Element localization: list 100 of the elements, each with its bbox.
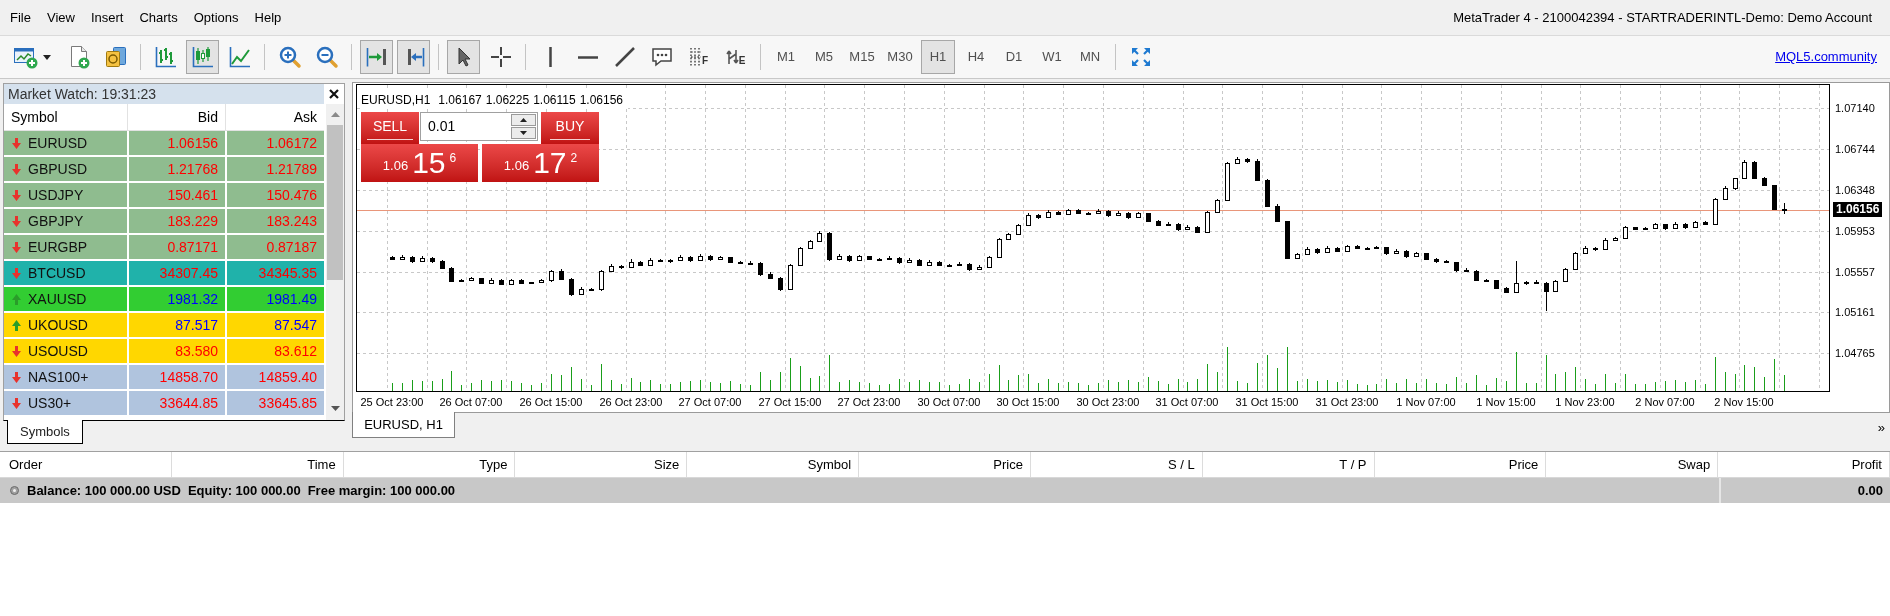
candle	[1514, 260, 1519, 293]
candle	[1623, 225, 1628, 239]
table-row[interactable]: NAS100+ 14858.70 14859.40	[4, 365, 324, 389]
menu-item[interactable]: View	[38, 5, 83, 30]
candle	[788, 263, 793, 291]
timeframe-button[interactable]: MN	[1073, 40, 1107, 74]
timeframe-button[interactable]: M5	[807, 40, 841, 74]
ask-price: 1981.49	[266, 289, 317, 309]
table-row[interactable]: XAUUSD 1981.32 1981.49	[4, 287, 324, 311]
price-label: 1.05161	[1835, 305, 1875, 319]
candle	[1752, 160, 1757, 180]
timeframe-button[interactable]: H1	[921, 40, 955, 74]
candle	[1195, 225, 1200, 234]
candle	[1384, 246, 1389, 256]
menu-item[interactable]: Help	[246, 5, 290, 30]
elliott-wave-button[interactable]: E	[719, 40, 752, 74]
vertical-line-icon	[549, 47, 552, 67]
menu-item[interactable]: Charts	[131, 5, 186, 30]
column-header: Profit	[1851, 455, 1882, 474]
candle	[1772, 184, 1777, 211]
candle	[1504, 286, 1509, 294]
cursor-button[interactable]	[447, 40, 480, 74]
scrollbar-thumb[interactable]	[327, 125, 343, 280]
candle	[559, 268, 564, 281]
candle	[1176, 222, 1181, 232]
table-row[interactable]: GBPJPY 183.229 183.243	[4, 209, 324, 233]
timeframe-button[interactable]: M30	[883, 40, 917, 74]
arrow-to-bar-icon	[364, 45, 389, 69]
candle	[449, 266, 454, 283]
candle	[957, 261, 962, 267]
spin-down-button[interactable]	[511, 127, 536, 139]
timeframe-button[interactable]: M15	[845, 40, 879, 74]
time-label: 30 Oct 23:00	[1076, 395, 1140, 409]
ask-price: 1.06172	[266, 133, 317, 153]
spin-up-button[interactable]	[511, 114, 536, 126]
candle	[1345, 244, 1350, 253]
menu-item[interactable]: Options	[185, 5, 247, 30]
candle	[539, 278, 544, 284]
price-label: 1.06348	[1835, 183, 1875, 197]
buy-button[interactable]: BUY	[541, 112, 599, 144]
candle	[1762, 176, 1767, 187]
ohlc-value: 1.06167	[438, 92, 482, 109]
column-header: Symbol	[807, 455, 852, 474]
column-header: S / L	[1167, 455, 1195, 474]
candle	[1573, 251, 1578, 271]
lot-size-field[interactable]: 0.01	[420, 112, 538, 141]
table-row[interactable]: GBPUSD 1.21768 1.21789	[4, 157, 324, 181]
candlestick-chart-button[interactable]	[186, 40, 219, 74]
candle	[638, 260, 643, 267]
caret-down-icon[interactable]	[330, 405, 340, 411]
tab-scroll-button[interactable]: »	[1877, 421, 1885, 434]
candle	[479, 277, 484, 285]
fibonacci-button[interactable]: F	[682, 40, 715, 74]
profit-value: 0.00	[1857, 481, 1883, 500]
table-row[interactable]: US30+ 33644.85 33645.85	[4, 391, 324, 415]
dotted-lines-icon	[688, 46, 702, 68]
candle	[977, 264, 982, 271]
candle	[1146, 212, 1151, 223]
timeframe-button[interactable]: D1	[997, 40, 1031, 74]
timeframe-button[interactable]: H4	[959, 40, 993, 74]
table-row[interactable]: USDJPY 150.461 150.476	[4, 183, 324, 207]
community-link[interactable]: MQL5.community	[1775, 47, 1877, 67]
tab[interactable]: Symbols	[7, 420, 83, 444]
table-row[interactable]: UKOUSD 87.517 87.547	[4, 313, 324, 337]
speech-bubble-icon	[649, 45, 674, 69]
candle	[698, 253, 703, 262]
candle	[1126, 211, 1131, 220]
candle	[1006, 232, 1011, 241]
ask-price: 1.21789	[266, 159, 317, 179]
column-header: Order	[9, 455, 43, 474]
menu-item[interactable]: Insert	[82, 5, 132, 30]
table-row[interactable]: EURUSD 1.06156 1.06172	[4, 131, 324, 155]
menu-item[interactable]: File	[2, 5, 39, 30]
ask-price: 33645.85	[258, 393, 317, 413]
caret-down-icon	[520, 131, 527, 135]
timeframe-button[interactable]: M1	[769, 40, 803, 74]
caret-up-icon[interactable]	[330, 112, 340, 117]
candle	[529, 281, 534, 285]
candle	[1484, 278, 1489, 282]
candle	[917, 258, 922, 267]
candle	[1315, 247, 1320, 255]
candle	[1235, 156, 1240, 165]
table-row[interactable]: USOUSD 83.580 83.612	[4, 339, 324, 363]
chart-shift-button[interactable]	[397, 40, 430, 74]
summary-row[interactable]: Balance: 100 000.00 USD Equity: 100 000.00 Free margin: 100 000.00 0.00	[0, 478, 1890, 503]
chart-tab[interactable]: EURUSD, H1	[352, 412, 455, 438]
auto-scroll-button[interactable]	[360, 40, 393, 74]
column-header: Price	[993, 455, 1023, 474]
sell-button[interactable]: SELL	[361, 112, 419, 144]
caret-up-icon	[520, 118, 527, 122]
table-row[interactable]: BTCUSD 34307.45 34345.35	[4, 261, 324, 285]
table-row[interactable]: EURGBP 0.87171 0.87187	[4, 235, 324, 259]
money-cards-icon	[103, 45, 128, 69]
timeframe-button[interactable]: W1	[1035, 40, 1069, 74]
ask-price: 150.476	[266, 185, 317, 205]
candle	[549, 269, 554, 283]
candle	[837, 253, 842, 260]
candle	[1633, 226, 1638, 231]
time-label: 2 Nov 07:00	[1634, 395, 1696, 409]
candle	[1424, 252, 1429, 261]
